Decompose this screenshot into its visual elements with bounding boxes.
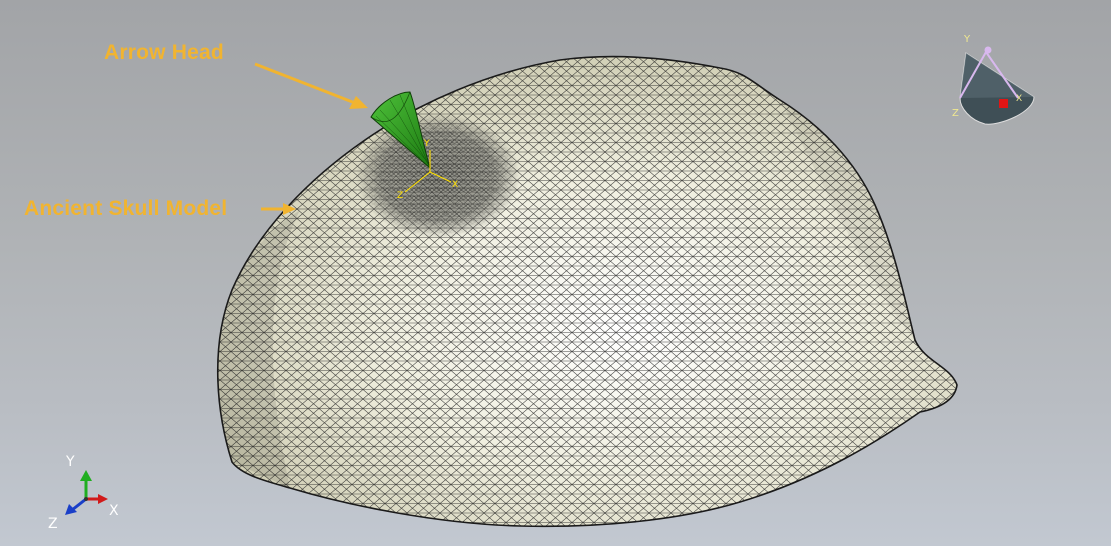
local-axis-z-label: Z <box>397 191 403 201</box>
scene-canvas[interactable]: Y X Z Y X Z Y X Z <box>0 0 1111 546</box>
view-cube-z-label: Z <box>952 108 959 119</box>
skull-model[interactable] <box>200 40 980 540</box>
view-cube-y-label: Y <box>963 34 971 45</box>
skull-model-annotation-label: Ancient Skull Model <box>24 197 228 220</box>
dense-mesh-region <box>340 100 540 260</box>
skull-mesh-grid <box>217 56 958 527</box>
local-axis-x-label: X <box>452 180 458 190</box>
view-orientation-cube-icon[interactable]: Y X Z <box>952 34 1035 125</box>
xyz-axis-triad-icon: Y X Z <box>48 454 119 532</box>
triad-z-label: Z <box>48 516 58 532</box>
view-cube-x-label: X <box>1016 94 1022 104</box>
triad-x-label: X <box>109 503 119 519</box>
triad-y-label: Y <box>65 454 75 470</box>
arrow-head-annotation-label: Arrow Head <box>104 41 224 64</box>
3d-viewport[interactable]: Y X Z Y X Z Y X Z Arrow Head Ancient Sku… <box>0 0 1111 546</box>
local-axis-y-label: Y <box>423 139 430 149</box>
arrow-head-pointer <box>254 62 368 109</box>
